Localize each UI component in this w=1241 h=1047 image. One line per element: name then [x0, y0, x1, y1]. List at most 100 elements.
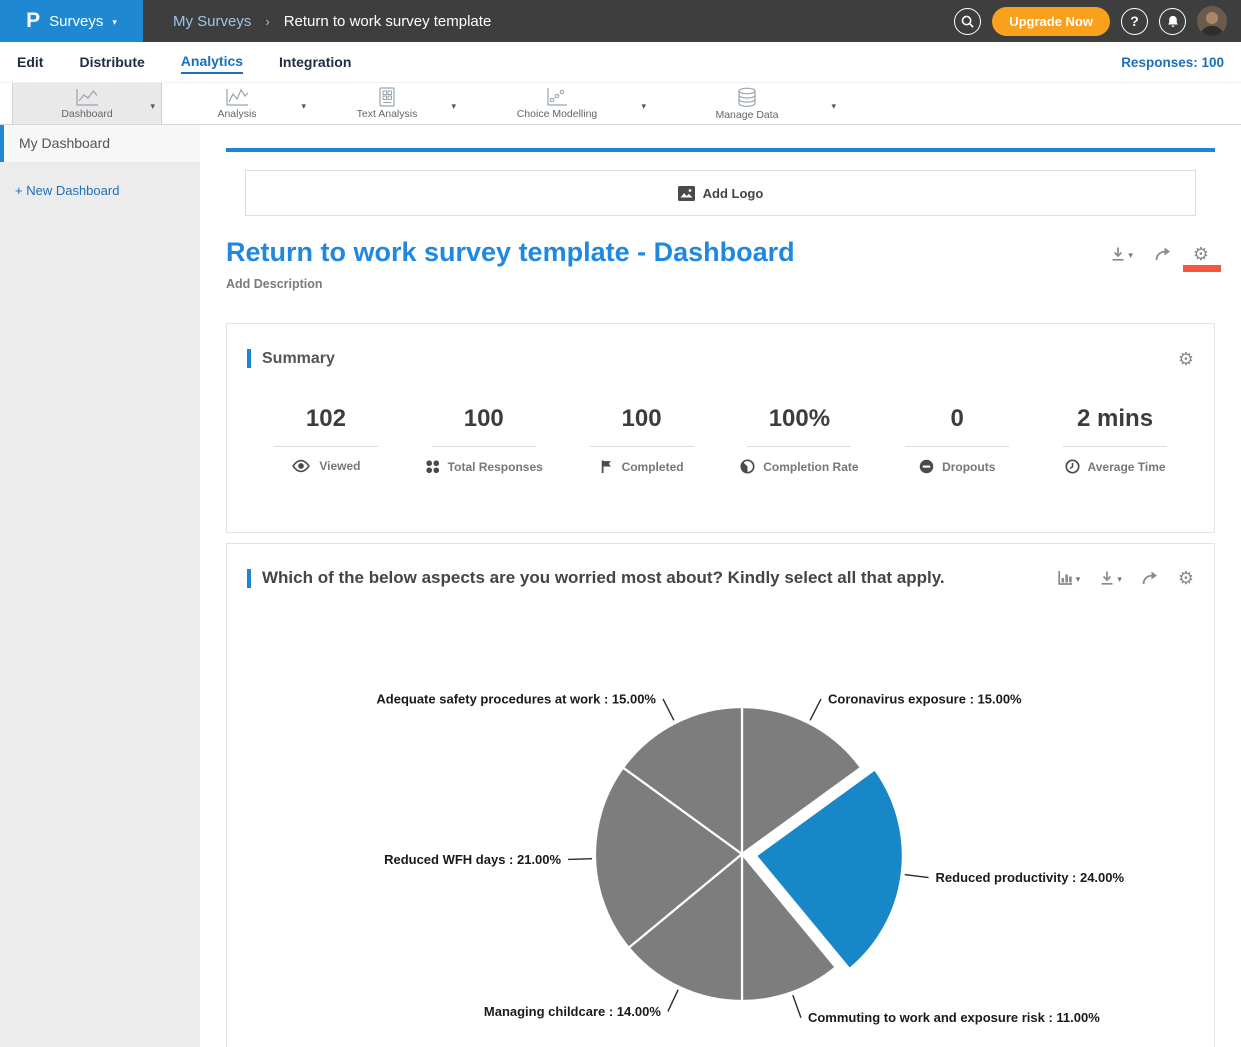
section-marker [247, 569, 251, 588]
ribbon-choice-modelling[interactable]: Choice Modelling [462, 83, 652, 124]
eye-icon [291, 459, 311, 473]
question-card: Which of the below aspects are you worri… [226, 543, 1215, 1047]
database-icon [736, 87, 758, 108]
stat-completed: 100 Completed [563, 405, 721, 474]
upgrade-now-button[interactable]: Upgrade Now [992, 7, 1110, 36]
divider [905, 446, 1009, 447]
chevron-down-icon[interactable] [831, 96, 836, 114]
pie-slice-label: Adequate safety procedures at work : 15.… [376, 691, 656, 706]
divider [274, 446, 378, 447]
stat-average-time: 2 mins Average Time [1036, 405, 1194, 474]
summary-settings-gear-icon[interactable] [1178, 350, 1194, 368]
download-button[interactable] [1099, 569, 1122, 587]
search-button[interactable] [954, 8, 981, 35]
stat-label: Completion Rate [763, 460, 858, 474]
summary-stats: 102 Viewed 100 Total Responses [247, 405, 1194, 474]
ribbon-dashboard[interactable]: Dashboard [12, 83, 162, 124]
stat-completion-rate: 100% Completion Rate [720, 405, 878, 474]
chart-type-button[interactable] [1057, 569, 1081, 587]
dashboard-main: Add Logo Return to work survey template … [200, 125, 1241, 1047]
pie-slice-label: Reduced WFH days : 21.00% [384, 852, 561, 867]
avatar[interactable] [1197, 6, 1227, 36]
stat-value: 100 [563, 405, 721, 433]
title-actions [1110, 237, 1215, 263]
dots-icon [425, 459, 440, 474]
chevron-down-icon [1076, 569, 1081, 587]
pie-leader-line [663, 699, 674, 720]
stat-value: 102 [247, 405, 405, 433]
chevron-down-icon[interactable] [641, 96, 646, 114]
question-mark-icon: ? [1130, 13, 1139, 29]
section-marker [247, 349, 251, 368]
share-icon [1141, 570, 1159, 586]
stat-dropouts: 0 Dropouts [878, 405, 1036, 474]
survey-nav: Edit Distribute Analytics Integration Re… [0, 42, 1241, 82]
download-icon [1110, 246, 1126, 262]
product-name: Surveys [49, 13, 103, 30]
app-logo-menu[interactable]: P Surveys [0, 0, 143, 42]
tab-analytics[interactable]: Analytics [181, 50, 243, 74]
add-logo-dropzone[interactable]: Add Logo [245, 170, 1196, 216]
pie-leader-line [668, 990, 678, 1012]
breadcrumb-current-survey: Return to work survey template [284, 13, 492, 30]
tab-distribute[interactable]: Distribute [79, 51, 144, 73]
stat-label: Completed [622, 460, 684, 474]
ribbon-label: Choice Modelling [517, 108, 598, 120]
questionpro-logo-icon: P [26, 9, 40, 33]
question-actions [1057, 569, 1194, 587]
topbar-actions: Upgrade Now ? [954, 6, 1241, 36]
download-button[interactable] [1110, 245, 1133, 263]
new-dashboard-button[interactable]: + New Dashboard [15, 183, 200, 198]
tab-integration[interactable]: Integration [279, 51, 351, 73]
page-title[interactable]: Return to work survey template - Dashboa… [226, 237, 795, 268]
divider [747, 446, 851, 447]
help-button[interactable]: ? [1121, 8, 1148, 35]
chevron-down-icon[interactable] [451, 96, 456, 114]
sidebar-item-my-dashboard[interactable]: My Dashboard [0, 125, 200, 162]
settings-gear-icon[interactable] [1193, 245, 1209, 263]
chevron-down-icon[interactable] [150, 96, 155, 114]
add-description-label[interactable]: Add Description [226, 277, 1215, 291]
summary-card: Summary 102 Viewed 100 To [226, 323, 1215, 533]
pie-leader-line [568, 859, 592, 860]
avatar-photo [1197, 6, 1227, 36]
breadcrumb-my-surveys[interactable]: My Surveys [173, 13, 251, 30]
tab-edit[interactable]: Edit [17, 51, 43, 73]
divider [590, 446, 694, 447]
share-icon [1154, 246, 1172, 262]
ribbon-analysis[interactable]: Analysis [162, 83, 312, 124]
summary-title: Summary [262, 350, 335, 368]
stat-total-responses: 100 Total Responses [405, 405, 563, 474]
stat-label: Viewed [319, 459, 360, 473]
dashboard-top-rule [226, 148, 1215, 152]
responses-count[interactable]: Responses: 100 [1121, 55, 1224, 70]
minus-circle-icon [919, 459, 934, 474]
settings-highlight-bar [1183, 265, 1221, 272]
ribbon-manage-data[interactable]: Manage Data [652, 83, 842, 124]
clock-icon [1065, 459, 1080, 474]
search-icon [960, 14, 975, 29]
pie-leader-line [905, 875, 929, 878]
stat-viewed: 102 Viewed [247, 405, 405, 474]
divider [1063, 446, 1167, 447]
ribbon-text-analysis[interactable]: Text Analysis [312, 83, 462, 124]
line-chart-icon [74, 88, 100, 107]
stat-value: 2 mins [1036, 405, 1194, 433]
stat-value: 100% [720, 405, 878, 433]
add-logo-label: Add Logo [703, 186, 764, 201]
chevron-down-icon [112, 12, 117, 30]
pie-chart: Coronavirus exposure : 15.00%Reduced pro… [247, 592, 1232, 1047]
share-button[interactable] [1154, 246, 1172, 262]
notifications-button[interactable] [1159, 8, 1186, 35]
top-bar: P Surveys My Surveys › Return to work su… [0, 0, 1241, 42]
stat-label: Average Time [1088, 460, 1166, 474]
bar-chart-icon [1057, 570, 1074, 586]
image-icon [678, 186, 695, 201]
scatter-chart-icon [545, 87, 569, 107]
pie-leader-line [793, 995, 801, 1018]
stat-label: Dropouts [942, 460, 995, 474]
share-button[interactable] [1141, 570, 1159, 586]
question-settings-gear-icon[interactable] [1178, 569, 1194, 587]
question-title: Which of the below aspects are you worri… [262, 568, 945, 588]
chevron-down-icon[interactable] [301, 96, 306, 114]
